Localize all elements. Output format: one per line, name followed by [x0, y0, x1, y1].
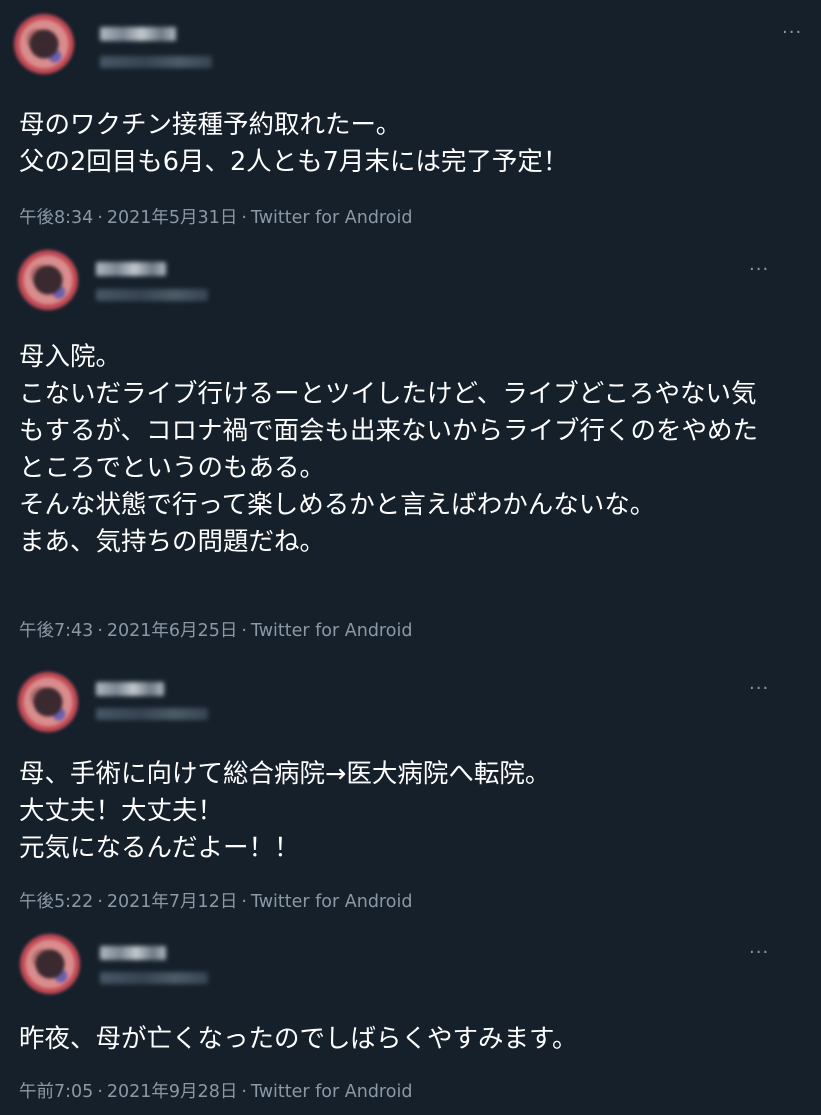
- display-name-blurred[interactable]: [96, 682, 164, 696]
- tweet-source[interactable]: Twitter for Android: [251, 208, 413, 228]
- tweet-time[interactable]: 午後8:34: [19, 208, 93, 228]
- tweet-time[interactable]: 午後5:22: [19, 892, 93, 912]
- meta-separator: ·: [97, 208, 103, 228]
- tweet-source[interactable]: Twitter for Android: [251, 1082, 413, 1102]
- tweet-date[interactable]: 2021年6月25日: [107, 621, 237, 641]
- user-handle-blurred: [96, 708, 208, 720]
- meta-separator: ·: [241, 892, 247, 912]
- tweet-meta: 午後7:43 · 2021年6月25日 · Twitter for Android: [19, 620, 412, 642]
- tweet-text: 母、手術に向けて総合病院→医大病院へ転院。 大丈夫！大丈夫！ 元気になるんだよー…: [19, 759, 551, 863]
- avatar[interactable]: [18, 672, 78, 732]
- user-handle-blurred: [100, 972, 208, 984]
- tweet-meta: 午後8:34 · 2021年5月31日 · Twitter for Android: [19, 207, 412, 229]
- user-handle-blurred: [96, 289, 208, 301]
- display-name-blurred[interactable]: [100, 946, 166, 960]
- tweet-text: 昨夜、母が亡くなったのでしばらくやすみます。: [19, 1024, 578, 1054]
- tweet-time[interactable]: 午前7:05: [19, 1082, 93, 1102]
- avatar[interactable]: [14, 14, 74, 74]
- meta-separator: ·: [241, 208, 247, 228]
- tweet-meta: 午前7:05 · 2021年9月28日 · Twitter for Android: [19, 1081, 412, 1103]
- tweet-date[interactable]: 2021年5月31日: [107, 208, 237, 228]
- meta-separator: ·: [97, 1082, 103, 1102]
- tweet-source[interactable]: Twitter for Android: [251, 892, 413, 912]
- tweet-time[interactable]: 午後7:43: [19, 621, 93, 641]
- meta-separator: ·: [97, 621, 103, 641]
- meta-separator: ·: [97, 892, 103, 912]
- more-options-icon[interactable]: ···: [749, 261, 769, 279]
- meta-separator: ·: [241, 1082, 247, 1102]
- user-handle-blurred: [100, 56, 212, 68]
- tweet-meta: 午後5:22 · 2021年7月12日 · Twitter for Android: [19, 891, 412, 913]
- tweet-text: 母入院。 こないだライブ行けるーとツイしたけど、ライブどころやない気もするが、コ…: [19, 342, 758, 557]
- meta-separator: ·: [241, 621, 247, 641]
- more-options-icon[interactable]: ···: [749, 680, 769, 698]
- tweet-date[interactable]: 2021年9月28日: [107, 1082, 237, 1102]
- more-options-icon[interactable]: ···: [782, 24, 802, 42]
- tweet-source[interactable]: Twitter for Android: [251, 621, 413, 641]
- display-name-blurred[interactable]: [100, 27, 176, 41]
- avatar[interactable]: [20, 934, 80, 994]
- avatar[interactable]: [18, 250, 78, 310]
- tweet-text: 母のワクチン接種予約取れたー。 父の2回目も6月、2人とも7月末には完了予定！: [19, 110, 569, 177]
- display-name-blurred[interactable]: [96, 262, 166, 276]
- more-options-icon[interactable]: ···: [749, 944, 769, 962]
- tweet-date[interactable]: 2021年7月12日: [107, 892, 237, 912]
